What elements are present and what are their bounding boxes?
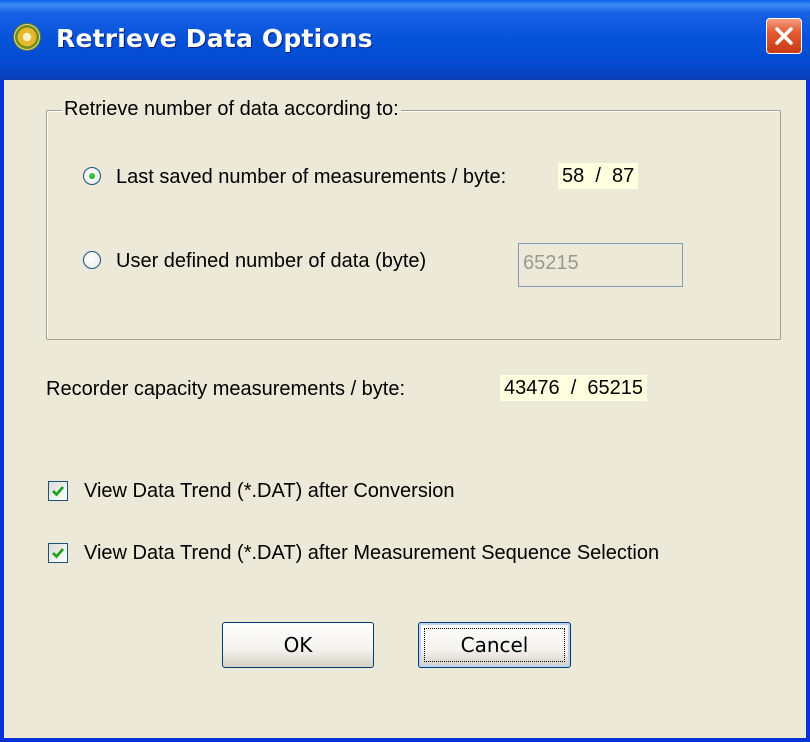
title-bar[interactable]: Retrieve Data Options: [0, 0, 810, 80]
checkmark-icon: [52, 548, 65, 559]
checkmark-icon: [52, 486, 65, 497]
app-sun-icon: [14, 24, 40, 50]
ok-button[interactable]: OK: [222, 622, 374, 668]
close-button[interactable]: [766, 18, 802, 54]
group-legend: Retrieve number of data according to:: [62, 98, 401, 121]
capacity-label: Recorder capacity measurements / byte:: [46, 378, 406, 400]
radio-last-saved[interactable]: [83, 167, 101, 185]
retrieve-options-group: [46, 110, 781, 340]
cancel-button[interactable]: Cancel: [418, 622, 571, 668]
checkbox-view-trend-sequence[interactable]: [48, 543, 68, 563]
user-defined-bytes-field[interactable]: 65215: [518, 243, 683, 287]
user-defined-label: User defined number of data (byte): [116, 250, 427, 272]
close-icon: [775, 27, 793, 45]
capacity-value: 43476 / 65215: [500, 375, 648, 401]
dialog-title: Retrieve Data Options: [56, 24, 373, 53]
checkbox-view-trend-conversion[interactable]: [48, 481, 68, 501]
last-saved-value: 58 / 87: [558, 163, 639, 189]
radio-user-defined[interactable]: [83, 251, 101, 269]
ok-button-label: OK: [283, 633, 313, 657]
last-saved-label: Last saved number of measurements / byte…: [116, 166, 507, 188]
view-trend-conversion-label: View Data Trend (*.DAT) after Conversion: [84, 480, 455, 502]
cancel-button-label: Cancel: [460, 633, 529, 657]
radio-selected-dot: [89, 173, 95, 179]
view-trend-sequence-label: View Data Trend (*.DAT) after Measuremen…: [84, 542, 660, 564]
